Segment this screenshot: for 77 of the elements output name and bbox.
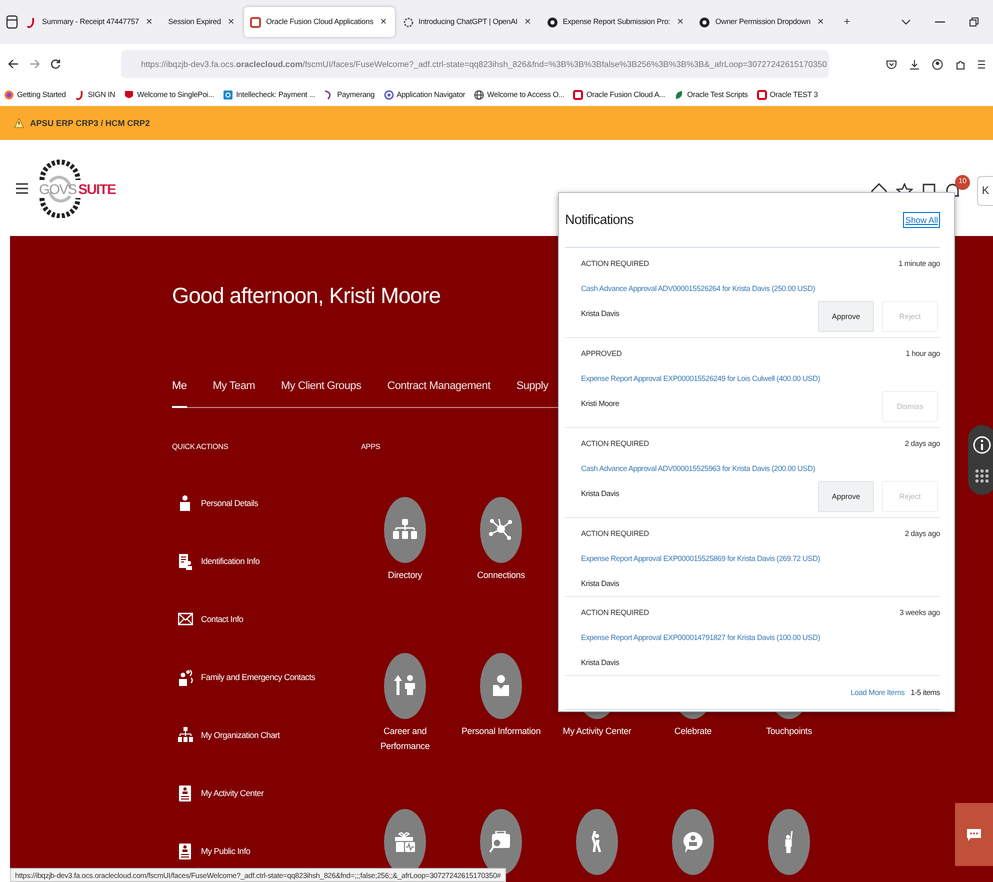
download-icon[interactable] bbox=[909, 58, 920, 70]
person-icon[interactable] bbox=[178, 495, 193, 512]
close-tab-button[interactable]: × bbox=[675, 16, 686, 28]
environment-label: APSU ERP CRP3 / HCM CRP2 bbox=[30, 116, 150, 130]
dots-grid-icon[interactable] bbox=[974, 468, 990, 484]
close-tab-button[interactable]: × bbox=[378, 16, 389, 28]
user-avatar-button[interactable]: K bbox=[977, 176, 993, 206]
app-label[interactable]: Personal Information bbox=[456, 724, 546, 738]
panel-title: Notifications bbox=[565, 212, 634, 228]
app-label[interactable]: My Activity Center bbox=[552, 724, 642, 738]
app-label[interactable]: Connections bbox=[456, 568, 546, 582]
quick-action-link[interactable]: Contact Info bbox=[201, 613, 244, 626]
reload-icon[interactable] bbox=[50, 58, 61, 70]
org-chart-icon bbox=[393, 518, 417, 540]
j-logo-icon bbox=[26, 16, 37, 28]
logo-text: GOVSSUITE bbox=[39, 180, 116, 199]
url-text: https://ibqzjb-dev3.fa.ocs.oraclecloud.com/fscmUI/faces/FuseWelcome?_adf.ctrl-state=qq823ihsh_826&fnd=%3B%3B%3Bfalse%3B256%3B%3B%3B&_afrLoop=30727242615170350 bbox=[141, 58, 827, 70]
pocket-icon[interactable] bbox=[886, 58, 897, 70]
envelope-icon[interactable] bbox=[178, 611, 193, 628]
globe-icon bbox=[474, 90, 484, 100]
app-label[interactable]: Touchpoints bbox=[744, 724, 834, 738]
nav-tab[interactable]: My Client Groups bbox=[281, 378, 362, 408]
nav-tab[interactable]: My Team bbox=[212, 378, 256, 408]
id-badge-icon[interactable] bbox=[178, 785, 193, 802]
extensions-icon[interactable] bbox=[955, 58, 966, 70]
close-tab-button[interactable]: × bbox=[522, 16, 533, 28]
square-logo-icon bbox=[223, 90, 234, 100]
app-label[interactable]: Celebrate bbox=[648, 724, 738, 738]
chat-icon bbox=[966, 828, 982, 842]
close-tab-button[interactable]: × bbox=[226, 16, 236, 28]
minimize-icon[interactable] bbox=[935, 21, 945, 23]
quick-action-link[interactable]: Family and Emergency Contacts bbox=[201, 671, 316, 684]
menu-icon[interactable] bbox=[978, 60, 985, 68]
people-icon[interactable] bbox=[178, 669, 193, 686]
warning-icon bbox=[14, 118, 24, 128]
gift-icon bbox=[393, 830, 417, 852]
quick-action-link[interactable]: Identification Info bbox=[201, 555, 260, 568]
show-all-link[interactable]: Show All bbox=[903, 212, 940, 228]
tab-list-icon[interactable] bbox=[6, 15, 18, 29]
nav-tab[interactable]: Me bbox=[172, 378, 187, 408]
restore-icon[interactable] bbox=[969, 17, 979, 27]
chevron-down-icon[interactable] bbox=[901, 19, 911, 25]
nav-tab[interactable]: Contract Management bbox=[387, 378, 490, 408]
leaf-logo-icon bbox=[674, 90, 684, 100]
chat-person-icon bbox=[681, 830, 705, 852]
close-tab-button[interactable]: × bbox=[144, 16, 154, 28]
j-logo-icon bbox=[74, 90, 85, 100]
new-tab-button[interactable]: + bbox=[842, 16, 852, 28]
quick-action-link[interactable]: My Activity Center bbox=[201, 787, 264, 800]
info-icon[interactable] bbox=[973, 436, 991, 454]
close-tab-button[interactable]: × bbox=[815, 16, 826, 28]
ring-logo-icon bbox=[384, 90, 394, 100]
briefcase-search-icon bbox=[489, 830, 513, 852]
person-arrow-icon bbox=[393, 674, 417, 696]
greeting-heading: Good afternoon, Kristi Moore bbox=[172, 282, 440, 310]
app-label[interactable]: Directory bbox=[360, 568, 450, 582]
nav-tab[interactable]: Supply bbox=[516, 378, 548, 408]
app-label[interactable]: Career and Performance bbox=[360, 724, 450, 754]
id-badge-icon[interactable] bbox=[178, 843, 193, 860]
quick-action-link[interactable]: My Public Info bbox=[201, 845, 250, 858]
menu-icon[interactable] bbox=[16, 182, 28, 194]
back-arrow-icon[interactable] bbox=[8, 59, 19, 69]
address-bar[interactable]: https://ibqzjb-dev3.fa.ocs.oraclecloud.com/fscmUI/faces/FuseWelcome?_adf.ctrl-state=qq823ihsh_826&fnd=%3B%3B%3Bfalse%3B256%3B%3B%3B&_afrLoop=30727242615170350 bbox=[121, 50, 829, 78]
network-icon bbox=[489, 518, 513, 540]
square-logo-icon bbox=[573, 90, 584, 100]
document-person-icon[interactable] bbox=[178, 553, 193, 570]
circle-logo-icon bbox=[699, 16, 710, 28]
square-logo-icon bbox=[756, 90, 767, 100]
org-chart-icon[interactable] bbox=[178, 727, 193, 744]
shield-logo-icon bbox=[124, 90, 134, 100]
forward-arrow-icon[interactable] bbox=[29, 59, 40, 69]
square-logo-icon bbox=[250, 16, 262, 28]
quick-action-link[interactable]: My Organization Chart bbox=[201, 729, 280, 742]
account-icon[interactable] bbox=[932, 58, 943, 70]
chat-button[interactable] bbox=[955, 803, 993, 866]
circle-logo-icon bbox=[546, 16, 558, 28]
quick-action-link[interactable]: Personal Details bbox=[201, 497, 258, 510]
